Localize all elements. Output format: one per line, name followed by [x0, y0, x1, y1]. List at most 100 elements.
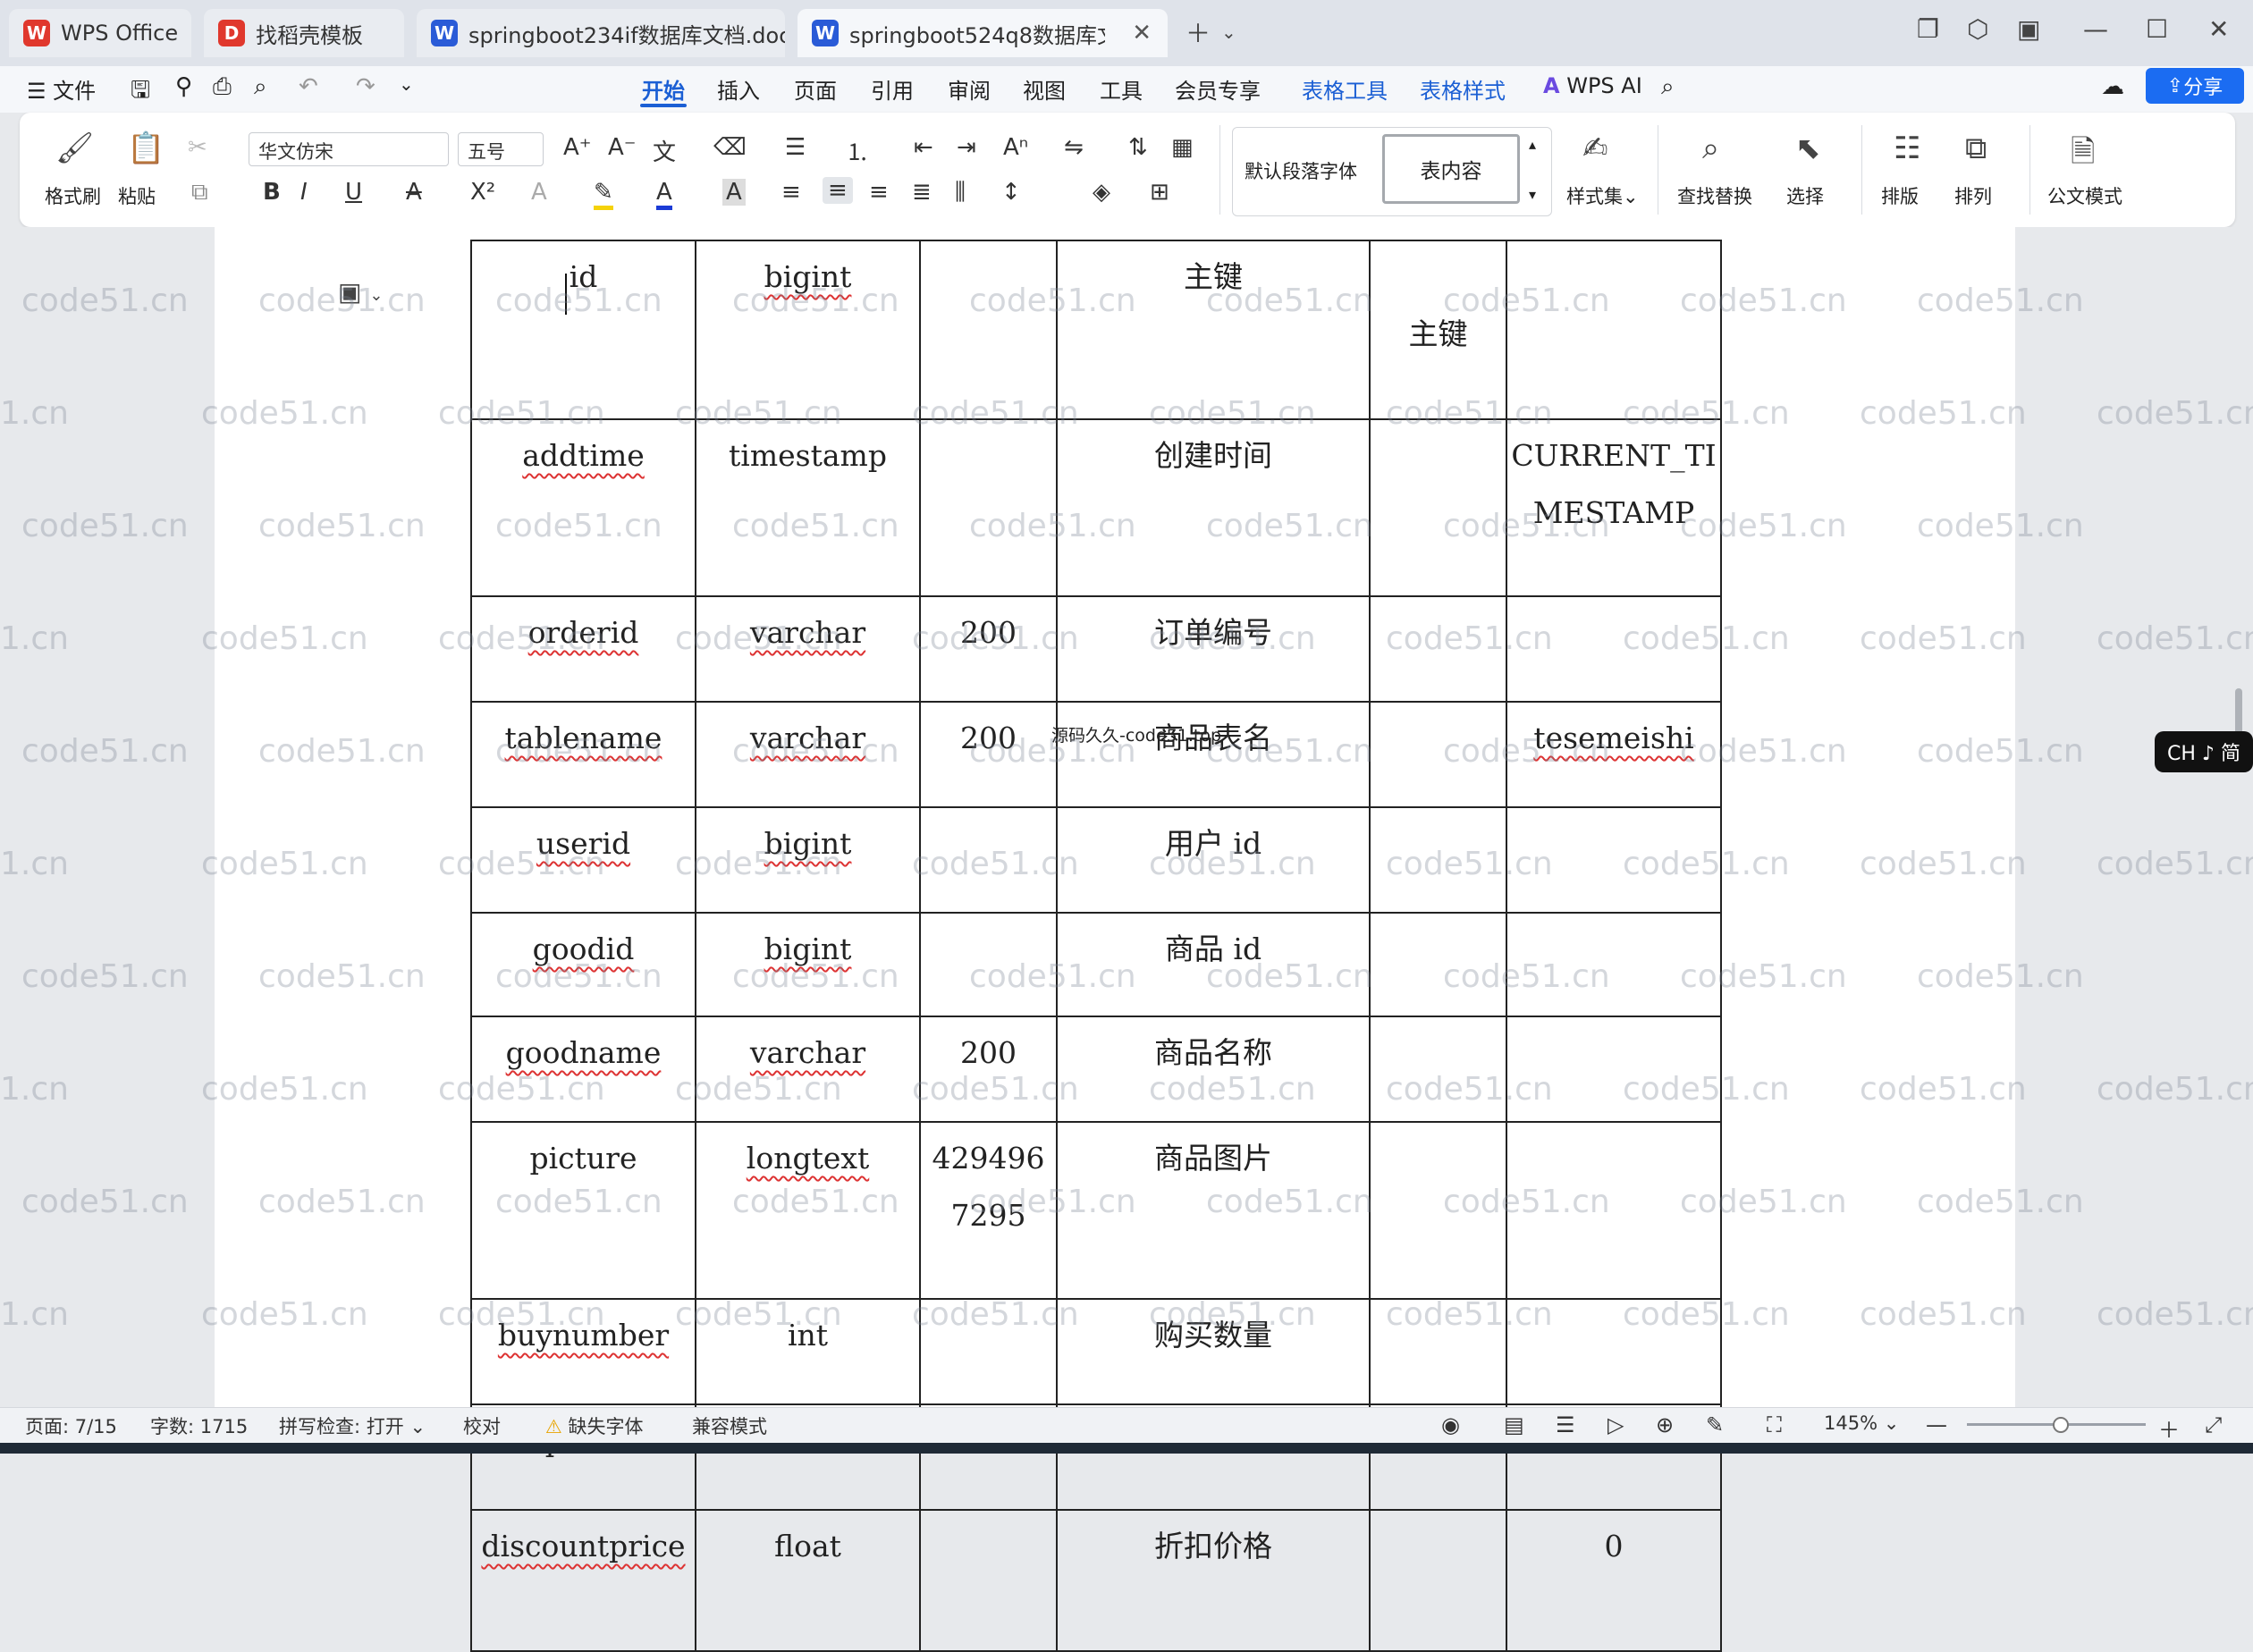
quick-access-more-icon[interactable]: ⌄ — [399, 73, 414, 95]
arrange-label[interactable]: 排列 — [1954, 182, 1992, 209]
share-button[interactable]: ⇪ 分享 — [2146, 68, 2244, 104]
wps-ai-button[interactable]: A WPS AI — [1543, 73, 1642, 98]
table-cell-primary[interactable] — [1369, 1298, 1507, 1405]
char-shading-icon[interactable]: A — [722, 179, 746, 206]
table-cell-default[interactable]: CURRENT_TIMESTAMP — [1506, 418, 1722, 597]
underline-icon[interactable]: U — [345, 179, 362, 206]
font-size-select[interactable]: 五号 — [458, 132, 544, 166]
table-cell-comment[interactable]: 用户 id — [1056, 806, 1371, 914]
table-cell-primary[interactable] — [1369, 806, 1507, 914]
tab-doc-524q8[interactable]: W springboot524q8数据库文档 ✕ — [797, 9, 1168, 57]
tab-docer[interactable]: D 找稻壳模板 — [204, 9, 404, 57]
line-break-icon[interactable]: ⇋ — [1064, 134, 1084, 161]
table-cell-length[interactable] — [919, 240, 1058, 420]
copy-icon[interactable]: ⧉ — [191, 179, 208, 206]
justify-icon[interactable]: ≣ — [912, 179, 932, 206]
format-painter-icon[interactable]: 🖌 — [55, 131, 94, 166]
font-grow-icon[interactable]: A⁺ — [563, 134, 592, 161]
style-scroll-up-icon[interactable]: ▴ — [1529, 136, 1536, 153]
tab-insert[interactable]: 插入 — [717, 73, 760, 105]
format-painter-label[interactable]: 格式刷 — [45, 182, 101, 209]
superscript-icon[interactable]: X² — [470, 179, 495, 206]
distribute-icon[interactable]: ⫼ — [955, 179, 966, 206]
cut-icon[interactable]: ✂ — [188, 134, 207, 161]
bold-icon[interactable]: B — [263, 179, 281, 206]
table-cell-type[interactable]: int — [695, 1298, 921, 1405]
vertical-scrollbar[interactable] — [2230, 240, 2251, 1393]
table-cell-default[interactable] — [1506, 1298, 1722, 1405]
table-cell-primary[interactable] — [1369, 418, 1507, 597]
tab-view[interactable]: 视图 — [1023, 73, 1066, 105]
layout-label[interactable]: 排版 — [1881, 182, 1919, 209]
show-marks-icon[interactable]: ▦ — [1171, 134, 1194, 161]
table-cell-name[interactable]: discountprice — [470, 1509, 696, 1652]
proofread-button[interactable]: 校对 — [463, 1412, 501, 1439]
bullets-icon[interactable]: ☰ — [785, 134, 806, 161]
table-cell-name[interactable]: id — [470, 240, 696, 420]
paste-icon[interactable]: 📋 — [127, 131, 165, 166]
table-cell-default[interactable] — [1506, 806, 1722, 914]
search-icon[interactable]: ⌕ — [1661, 73, 1675, 101]
highlight-icon[interactable]: ✎ — [594, 179, 613, 210]
decrease-indent-icon[interactable]: ⇤ — [914, 134, 933, 161]
table-cell-comment[interactable]: 商品图片 — [1056, 1121, 1371, 1300]
table-cell-length[interactable]: 200 — [919, 701, 1058, 808]
strikethrough-icon[interactable]: A — [406, 179, 422, 206]
table-cell-length[interactable]: 4294967295 — [919, 1121, 1058, 1300]
undo-icon[interactable]: ↶ — [299, 73, 318, 100]
tab-wps-office[interactable]: W WPS Office — [9, 9, 191, 57]
align-center-icon[interactable]: ≡ — [823, 177, 853, 204]
save-icon[interactable]: 🖫 — [131, 73, 150, 113]
table-cell-name[interactable]: picture — [470, 1121, 696, 1300]
tab-page[interactable]: 页面 — [794, 73, 837, 105]
table-cell-length[interactable]: 200 — [919, 595, 1058, 703]
table-cell-length[interactable] — [919, 1298, 1058, 1405]
menu-file[interactable]: ☰ 文件 — [27, 73, 96, 105]
table-cell-comment[interactable]: 商品 id — [1056, 912, 1371, 1017]
zoom-slider-thumb[interactable] — [2053, 1417, 2069, 1433]
tab-home[interactable]: 开始 — [642, 73, 685, 105]
paste-label[interactable]: 粘贴 — [118, 182, 156, 209]
table-cell-type[interactable]: bigint — [695, 912, 921, 1017]
fullscreen-icon[interactable]: ⤢ — [2205, 1412, 2222, 1437]
spell-check-status[interactable]: 拼写检查: 打开 ⌄ — [279, 1412, 426, 1439]
select-icon[interactable]: ⬉ — [1795, 131, 1821, 166]
table-cell-default[interactable]: tesemeishi — [1506, 701, 1722, 808]
cloud-upload-icon[interactable]: ☁ — [2101, 73, 2124, 100]
tab-tools[interactable]: 工具 — [1100, 73, 1143, 105]
table-cell-comment[interactable]: 购买数量 — [1056, 1298, 1371, 1405]
chevron-down-icon[interactable]: ⌄ — [1221, 21, 1236, 43]
table-cell-default[interactable] — [1506, 1016, 1722, 1123]
avatar[interactable]: ▣ — [2017, 14, 2040, 44]
print-icon[interactable]: ⎙ — [213, 73, 232, 101]
page-view-icon[interactable]: ▤ — [1504, 1412, 1524, 1437]
table-cell-default[interactable] — [1506, 240, 1722, 420]
cube-icon[interactable]: ⬡ — [1967, 14, 1988, 44]
table-cell-default[interactable] — [1506, 912, 1722, 1017]
table-cell-primary[interactable] — [1369, 701, 1507, 808]
table-cell-type[interactable]: varchar — [695, 595, 921, 703]
web-view-icon[interactable]: ⊕ — [1656, 1412, 1674, 1437]
table-cell-length[interactable]: 200 — [919, 1016, 1058, 1123]
missing-font-button[interactable]: ⚠ 缺失字体 — [545, 1412, 644, 1439]
italic-icon[interactable]: I — [300, 179, 308, 206]
select-label[interactable]: 选择 — [1786, 182, 1824, 209]
pen-icon[interactable]: ✎ — [1706, 1412, 1724, 1437]
style-default-paragraph[interactable]: 默认段落字体 — [1245, 157, 1357, 184]
table-cell-type[interactable]: varchar — [695, 1016, 921, 1123]
minimize-icon[interactable]: — — [2083, 14, 2108, 44]
close-tab-icon[interactable]: ✕ — [1132, 20, 1152, 46]
table-cell-default[interactable]: 0 — [1506, 1509, 1722, 1652]
style-set-icon[interactable]: ✍ — [1582, 131, 1608, 166]
eye-protect-icon[interactable]: ◉ — [1441, 1412, 1460, 1437]
table-cell-length[interactable] — [919, 418, 1058, 597]
zoom-out-icon[interactable]: — — [1926, 1412, 1947, 1437]
play-icon[interactable]: ▷ — [1607, 1412, 1624, 1437]
table-cell-type[interactable]: longtext — [695, 1121, 921, 1300]
tab-member[interactable]: 会员专享 — [1175, 73, 1261, 105]
layout-icon[interactable]: ☷ — [1894, 131, 1920, 166]
redo-icon[interactable]: ↷ — [356, 73, 376, 100]
table-cell-name[interactable]: orderid — [470, 595, 696, 703]
table-cell-primary[interactable] — [1369, 1121, 1507, 1300]
style-scroll-down-icon[interactable]: ▾ — [1529, 186, 1536, 203]
